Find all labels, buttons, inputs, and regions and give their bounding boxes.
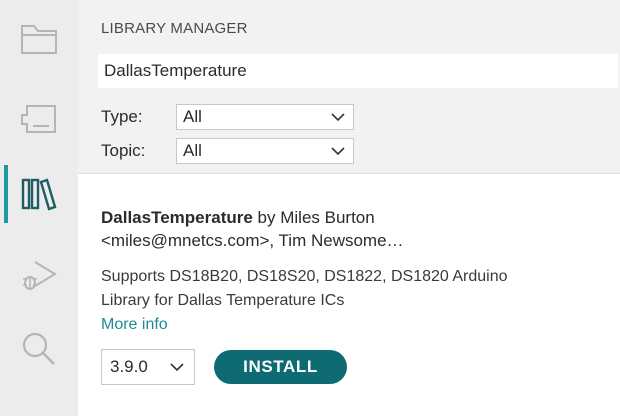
type-filter-label: Type: [101,107,143,126]
library-manager-button[interactable] [0,163,78,225]
board-icon [19,102,59,136]
folder-icon [19,22,59,56]
topic-select-value: All [183,141,202,160]
chevron-down-icon [331,112,345,122]
type-filter-row: Type: All [101,104,354,130]
chevron-down-icon [331,146,345,156]
panel-header: LIBRARY MANAGER Type: All Topic: All [78,0,620,174]
search-input[interactable] [98,54,618,88]
type-select-value: All [183,107,202,126]
version-select[interactable]: 3.9.0 [101,349,195,385]
library-title: DallasTemperature by Miles Burton [101,206,601,229]
library-description-line1: Supports DS18B20, DS18S20, DS1822, DS182… [101,268,508,285]
sketchbook-button[interactable] [0,8,78,70]
library-name: DallasTemperature [101,208,253,227]
debug-icon [19,257,59,293]
install-button[interactable]: INSTALL [214,350,347,384]
version-select-value: 3.9.0 [110,357,148,376]
panel-title: LIBRARY MANAGER [101,20,248,37]
library-authors-more: <miles@mnetcs.com>, Tim Newsome… [101,231,404,250]
topic-select[interactable]: All [176,138,354,164]
more-info-link[interactable]: More info [101,313,601,337]
search-button[interactable] [0,318,78,380]
search-icon [19,330,59,368]
activity-bar [0,0,78,416]
topic-filter-row: Topic: All [101,138,354,164]
boards-manager-button[interactable] [0,88,78,150]
library-list-item: DallasTemperature by Miles Burton <miles… [101,206,601,337]
library-description: Supports DS18B20, DS18S20, DS1822, DS182… [101,265,601,337]
library-author: by Miles Burton [257,208,375,227]
library-description-line2: Library for Dallas Temperature ICs [101,292,345,309]
library-manager-panel: LIBRARY MANAGER Type: All Topic: All Dal… [78,0,620,416]
topic-filter-label: Topic: [101,141,146,160]
debug-button[interactable] [0,244,78,306]
chevron-down-icon [170,362,184,372]
library-icon [20,176,58,212]
type-select[interactable]: All [176,104,354,130]
